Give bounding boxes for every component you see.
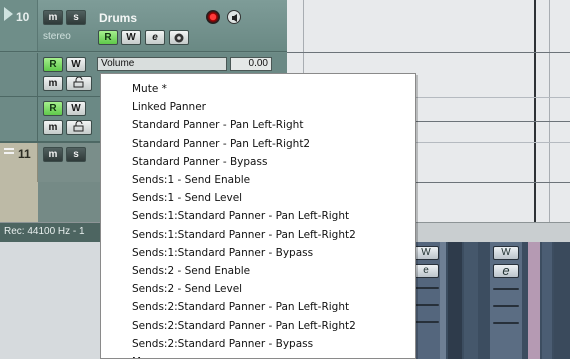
lane-read-button[interactable]: R [43, 101, 63, 116]
menu-item[interactable]: Sends:1:Standard Panner - Pan Left-Right [101, 207, 415, 225]
send-icon[interactable] [493, 322, 519, 324]
automation-value-field[interactable]: 0.00 [230, 57, 272, 71]
menu-item[interactable]: M... [101, 353, 415, 358]
menu-item[interactable]: Sends:1:Standard Panner - Bypass [101, 244, 415, 262]
edit-channel-button[interactable]: e [493, 264, 519, 278]
meter [464, 242, 478, 359]
menu-item[interactable]: Sends:1 - Send Level [101, 189, 415, 207]
mute-button[interactable]: m [43, 147, 63, 162]
record-format-panel: Rec: 44100 Hz - 1 [0, 223, 100, 243]
record-enable-icon[interactable] [206, 10, 220, 24]
menu-item[interactable]: Sends:1 - Send Enable [101, 171, 415, 189]
automation-parameter-select[interactable]: Volume [97, 57, 227, 71]
solo-button[interactable]: s [66, 147, 86, 162]
record-format-text: Rec: 44100 Hz - 1 [4, 226, 85, 237]
meter-pink [528, 242, 540, 359]
menu-item[interactable]: Sends:2:Standard Panner - Pan Left-Right [101, 298, 415, 316]
menu-item[interactable]: Sends:2:Standard Panner - Bypass [101, 335, 415, 353]
channel-type-label: stereo [43, 31, 71, 42]
track-gutter: 10 [0, 0, 38, 51]
track-number: 11 [18, 147, 31, 161]
read-automation-button[interactable]: R [98, 30, 118, 45]
lane-mute-button[interactable]: m [43, 76, 63, 91]
settings-gear-icon[interactable] [169, 30, 189, 45]
grid-line [549, 0, 550, 222]
write-button[interactable]: W [493, 246, 519, 260]
eq-icon[interactable] [493, 305, 519, 307]
monitor-icon[interactable] [227, 10, 241, 24]
lane-write-button[interactable]: W [66, 101, 86, 116]
lane-mute-button[interactable]: m [43, 120, 63, 135]
insert-icon[interactable] [413, 287, 439, 289]
meter [542, 242, 552, 359]
write-button[interactable]: W [413, 246, 439, 260]
lane-divider [287, 52, 570, 53]
meter [440, 242, 446, 359]
mixer-strip: W e [490, 242, 522, 359]
meter [554, 242, 570, 359]
mixer-strip: W e [412, 242, 440, 359]
track-number: 10 [16, 10, 30, 24]
lane-read-button[interactable]: R [43, 57, 63, 72]
send-icon[interactable] [413, 321, 439, 323]
lane-write-button[interactable]: W [66, 57, 86, 72]
track-name[interactable]: Drums [99, 11, 137, 25]
edit-channel-button[interactable]: e [413, 264, 439, 278]
menu-item[interactable]: Standard Panner - Bypass [101, 153, 415, 171]
lane-lock-icon[interactable] [66, 120, 92, 135]
menu-item[interactable]: Sends:2:Standard Panner - Pan Left-Right… [101, 317, 415, 335]
expand-triangle-icon[interactable] [4, 7, 13, 21]
lane-gutter [0, 53, 38, 96]
menu-item[interactable]: Linked Panner [101, 98, 415, 116]
solo-button[interactable]: s [66, 10, 86, 25]
lane-gutter [0, 97, 38, 141]
folder-lines-icon [4, 148, 14, 154]
edit-channel-button[interactable]: e [145, 30, 165, 45]
mixer-strip-left [0, 242, 100, 359]
menu-item[interactable]: Sends:2 - Send Level [101, 280, 415, 298]
mute-button[interactable]: m [43, 10, 63, 25]
track-gutter: 11 [0, 143, 38, 182]
menu-item[interactable]: Standard Panner - Pan Left-Right [101, 116, 415, 134]
automation-parameter-menu[interactable]: Mute * Linked Panner Standard Panner - Pan… [100, 73, 416, 359]
menu-item[interactable]: Sends:1:Standard Panner - Pan Left-Right… [101, 226, 415, 244]
bar-line [534, 0, 536, 222]
lane-lock-icon[interactable] [66, 76, 92, 91]
menu-item[interactable]: Mute * [101, 80, 415, 98]
eq-icon[interactable] [413, 304, 439, 306]
track-10-header[interactable]: 10 m s Drums stereo R W e [0, 0, 287, 52]
meter [448, 242, 462, 359]
menu-item[interactable]: Standard Panner - Pan Left-Right2 [101, 135, 415, 153]
insert-active-icon[interactable] [493, 288, 519, 290]
track-gutter [0, 182, 38, 222]
menu-item[interactable]: Sends:2 - Send Enable [101, 262, 415, 280]
write-automation-button[interactable]: W [121, 30, 141, 45]
